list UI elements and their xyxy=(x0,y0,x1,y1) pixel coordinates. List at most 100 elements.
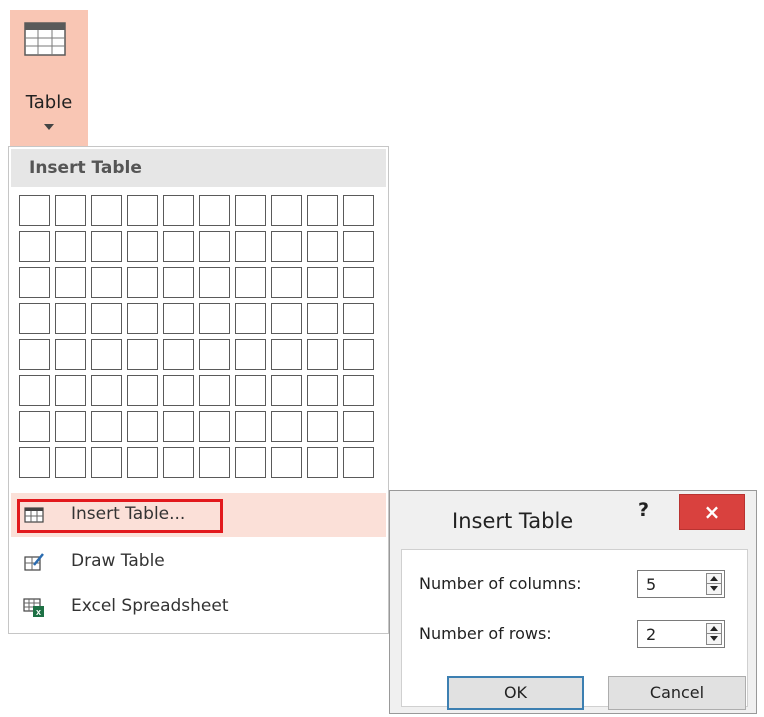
rows-value[interactable]: 2 xyxy=(646,625,656,644)
grid-cell[interactable] xyxy=(163,339,194,370)
table-ribbon-button[interactable]: Table xyxy=(10,10,88,146)
menu-item-draw-table[interactable]: Draw Table xyxy=(11,540,386,584)
grid-cell[interactable] xyxy=(91,411,122,442)
grid-cell[interactable] xyxy=(91,375,122,406)
columns-stepper[interactable]: 5 xyxy=(637,570,725,598)
grid-cell[interactable] xyxy=(199,375,230,406)
grid-cell[interactable] xyxy=(271,267,302,298)
grid-cell[interactable] xyxy=(343,411,374,442)
help-button[interactable]: ? xyxy=(638,499,649,521)
grid-cell[interactable] xyxy=(163,447,194,478)
grid-cell[interactable] xyxy=(55,303,86,334)
ok-button[interactable]: OK xyxy=(447,676,584,710)
grid-cell[interactable] xyxy=(235,375,266,406)
grid-cell[interactable] xyxy=(91,339,122,370)
grid-cell[interactable] xyxy=(55,231,86,262)
grid-cell[interactable] xyxy=(163,375,194,406)
grid-cell[interactable] xyxy=(91,267,122,298)
grid-cell[interactable] xyxy=(199,267,230,298)
grid-cell[interactable] xyxy=(19,303,50,334)
grid-cell[interactable] xyxy=(55,339,86,370)
grid-cell[interactable] xyxy=(127,447,158,478)
grid-cell[interactable] xyxy=(19,339,50,370)
grid-cell[interactable] xyxy=(55,267,86,298)
grid-cell[interactable] xyxy=(199,339,230,370)
grid-cell[interactable] xyxy=(55,411,86,442)
grid-cell[interactable] xyxy=(199,231,230,262)
grid-cell[interactable] xyxy=(163,411,194,442)
grid-cell[interactable] xyxy=(91,231,122,262)
grid-cell[interactable] xyxy=(343,447,374,478)
dialog-title: Insert Table xyxy=(452,509,574,533)
grid-cell[interactable] xyxy=(307,231,338,262)
grid-cell[interactable] xyxy=(163,195,194,226)
grid-cell[interactable] xyxy=(343,375,374,406)
grid-cell[interactable] xyxy=(307,267,338,298)
grid-cell[interactable] xyxy=(91,195,122,226)
grid-cell[interactable] xyxy=(235,447,266,478)
menu-item-insert-table[interactable]: Insert Table... xyxy=(11,493,386,537)
grid-cell[interactable] xyxy=(343,339,374,370)
grid-cell[interactable] xyxy=(127,411,158,442)
close-button[interactable]: × xyxy=(679,494,745,530)
grid-cell[interactable] xyxy=(55,447,86,478)
grid-cell[interactable] xyxy=(343,303,374,334)
grid-cell[interactable] xyxy=(55,375,86,406)
grid-cell[interactable] xyxy=(127,375,158,406)
grid-cell[interactable] xyxy=(127,195,158,226)
grid-cell[interactable] xyxy=(235,267,266,298)
grid-cell[interactable] xyxy=(163,267,194,298)
grid-cell[interactable] xyxy=(307,303,338,334)
grid-cell[interactable] xyxy=(271,195,302,226)
grid-cell[interactable] xyxy=(307,375,338,406)
grid-cell[interactable] xyxy=(127,303,158,334)
spin-up-icon[interactable] xyxy=(710,576,718,581)
spin-up-icon[interactable] xyxy=(710,626,718,631)
menu-item-excel-spreadsheet[interactable]: x Excel Spreadsheet xyxy=(11,585,386,629)
grid-cell[interactable] xyxy=(235,231,266,262)
grid-cell[interactable] xyxy=(19,195,50,226)
grid-cell[interactable] xyxy=(271,411,302,442)
grid-cell[interactable] xyxy=(235,339,266,370)
grid-cell[interactable] xyxy=(127,231,158,262)
grid-cell[interactable] xyxy=(271,375,302,406)
grid-cell[interactable] xyxy=(91,447,122,478)
grid-cell[interactable] xyxy=(271,303,302,334)
grid-cell[interactable] xyxy=(235,411,266,442)
grid-cell[interactable] xyxy=(271,447,302,478)
spin-down-icon[interactable] xyxy=(710,586,718,591)
grid-cell[interactable] xyxy=(19,231,50,262)
grid-cell[interactable] xyxy=(163,231,194,262)
rows-spin-buttons[interactable] xyxy=(706,623,722,645)
grid-cell[interactable] xyxy=(343,267,374,298)
spin-down-icon[interactable] xyxy=(710,636,718,641)
grid-cell[interactable] xyxy=(127,339,158,370)
grid-cell[interactable] xyxy=(307,411,338,442)
grid-cell[interactable] xyxy=(199,303,230,334)
grid-cell[interactable] xyxy=(343,231,374,262)
grid-cell[interactable] xyxy=(307,339,338,370)
grid-cell[interactable] xyxy=(307,447,338,478)
columns-spin-buttons[interactable] xyxy=(706,573,722,595)
grid-cell[interactable] xyxy=(199,195,230,226)
grid-cell[interactable] xyxy=(19,267,50,298)
grid-cell[interactable] xyxy=(235,303,266,334)
grid-cell[interactable] xyxy=(271,339,302,370)
grid-cell[interactable] xyxy=(343,195,374,226)
grid-cell[interactable] xyxy=(163,303,194,334)
grid-cell[interactable] xyxy=(199,447,230,478)
menu-item-label: Draw Table xyxy=(71,551,165,571)
grid-cell[interactable] xyxy=(19,411,50,442)
rows-stepper[interactable]: 2 xyxy=(637,620,725,648)
grid-cell[interactable] xyxy=(19,447,50,478)
grid-cell[interactable] xyxy=(307,195,338,226)
grid-cell[interactable] xyxy=(271,231,302,262)
grid-cell[interactable] xyxy=(19,375,50,406)
cancel-button[interactable]: Cancel xyxy=(608,676,746,710)
grid-cell[interactable] xyxy=(235,195,266,226)
grid-cell[interactable] xyxy=(55,195,86,226)
grid-cell[interactable] xyxy=(91,303,122,334)
columns-value[interactable]: 5 xyxy=(646,575,656,594)
grid-cell[interactable] xyxy=(199,411,230,442)
grid-cell[interactable] xyxy=(127,267,158,298)
